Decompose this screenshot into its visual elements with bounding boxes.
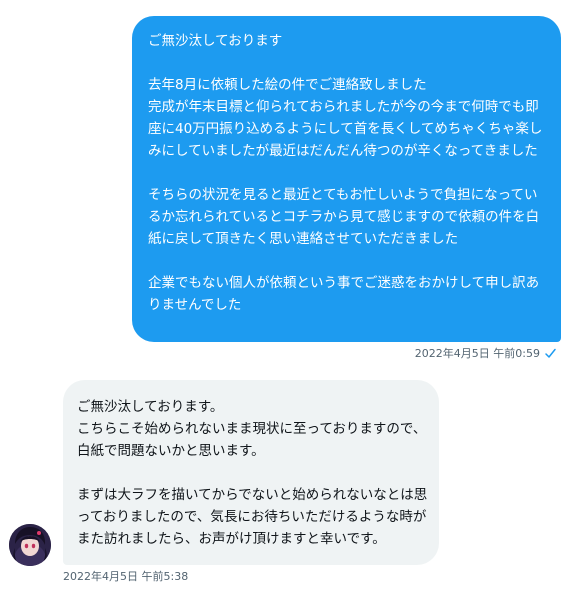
outgoing-message-timestamp: 2022年4月5日 午前0:59 bbox=[414, 347, 540, 360]
incoming-message-bubble[interactable]: ご無沙汰しております。 こちらこそ始められないまま現状に至っておりますので、白紙… bbox=[63, 380, 439, 565]
outgoing-message-meta: 2022年4月5日 午前0:59 bbox=[415, 345, 557, 361]
read-check-icon bbox=[544, 347, 557, 360]
conversation-thread: ご無沙汰しております 去年8月に依頼した絵の件でご連絡致しました 完成が年末目標… bbox=[0, 0, 567, 590]
user-avatar[interactable] bbox=[9, 524, 51, 566]
incoming-message-timestamp: 2022年4月5日 午前5:38 bbox=[63, 570, 189, 583]
outgoing-message-bubble[interactable]: ご無沙汰しております 去年8月に依頼した絵の件でご連絡致しました 完成が年末目標… bbox=[132, 16, 561, 342]
